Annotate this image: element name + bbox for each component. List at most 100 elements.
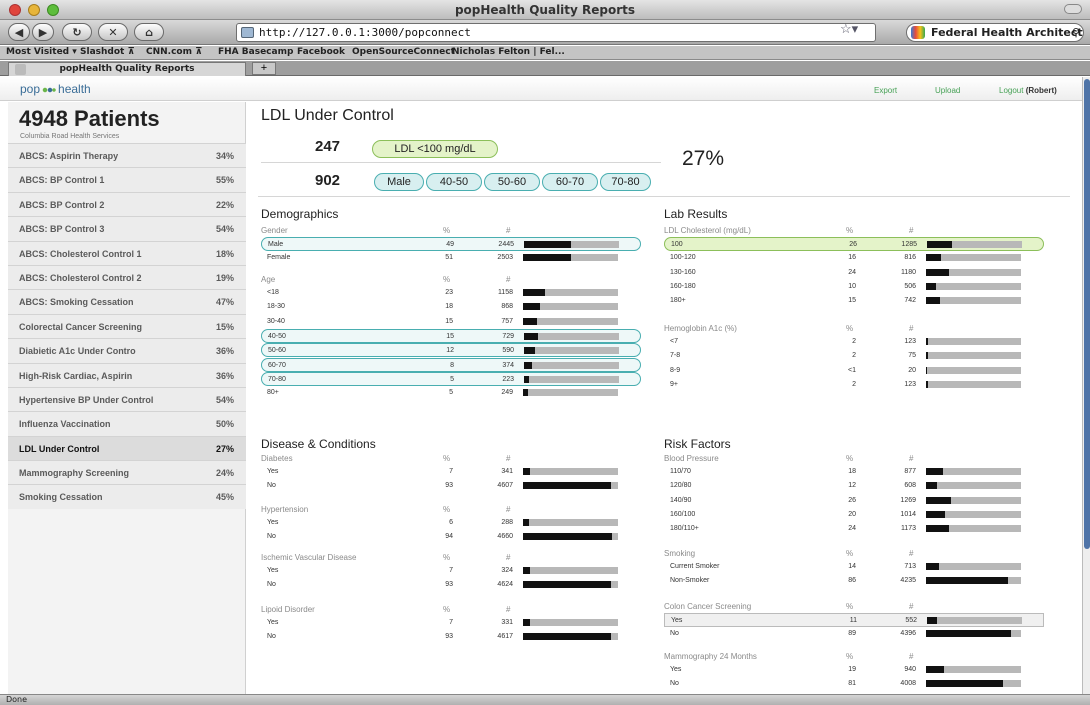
group-heading: Hemoglobin A1c (%) xyxy=(664,324,737,333)
forward-button[interactable]: ▶ xyxy=(32,23,54,41)
stat-row[interactable]: 70-80 5 223 xyxy=(261,371,641,386)
stat-row[interactable]: Current Smoker 14 713 xyxy=(664,560,1044,574)
search-engine-icon[interactable] xyxy=(911,26,925,39)
bookmark-fha-basecamp[interactable]: FHA Basecamp xyxy=(218,47,293,57)
stop-button[interactable]: ✕ xyxy=(98,23,128,41)
stat-row[interactable]: 9+ 2 123 xyxy=(664,378,1044,392)
row-percent: 8 xyxy=(450,361,454,369)
filter-pill-40-50[interactable]: 40-50 xyxy=(426,173,482,191)
status-text: Done xyxy=(6,695,28,704)
stat-row[interactable]: 160/100 20 1014 xyxy=(664,508,1044,522)
stat-row[interactable]: 8-9 <1 20 xyxy=(664,364,1044,378)
bookmark-most-visited[interactable]: Most Visited ▾ xyxy=(6,47,77,57)
stat-row[interactable]: 100-120 16 816 xyxy=(664,251,1044,265)
stat-row[interactable]: 160-180 10 506 xyxy=(664,280,1044,294)
measure-item[interactable]: Diabietic A1c Under Contro 36% xyxy=(8,338,246,363)
stat-row[interactable]: 18-30 18 868 xyxy=(261,300,641,314)
stat-row[interactable]: 180/110+ 24 1173 xyxy=(664,522,1044,536)
measure-item[interactable]: ABCS: Cholesterol Control 2 19% xyxy=(8,264,246,290)
stat-row[interactable]: 180+ 15 742 xyxy=(664,294,1044,308)
stat-row[interactable]: Yes 7 331 xyxy=(261,616,641,630)
stat-row[interactable]: 120/80 12 608 xyxy=(664,479,1044,493)
row-count: 4008 xyxy=(900,680,916,688)
bookmark-nicholas-felton[interactable]: Nicholas Felton | Fel... xyxy=(452,47,565,57)
stat-row[interactable]: No 93 4607 xyxy=(261,479,641,493)
new-tab-button[interactable]: + xyxy=(252,62,276,75)
filter-pill-male[interactable]: Male xyxy=(374,173,424,191)
row-count: 816 xyxy=(904,254,916,262)
stat-row[interactable]: Yes 7 324 xyxy=(261,564,641,578)
logo-health: health xyxy=(58,82,91,96)
stat-row[interactable]: 30-40 15 757 xyxy=(261,315,641,329)
stat-row[interactable]: 60-70 8 374 xyxy=(261,357,641,372)
measure-item[interactable]: Mammography Screening 24% xyxy=(8,460,246,485)
row-label: 9+ xyxy=(670,380,678,388)
bookmark-slashdot[interactable]: Slashdot ⊼ xyxy=(80,47,135,57)
filter-pill-60-70[interactable]: 60-70 xyxy=(542,173,598,191)
stat-row[interactable]: 7-8 2 75 xyxy=(664,349,1044,363)
stat-row[interactable]: No 94 4660 xyxy=(261,530,641,544)
stat-row[interactable]: Yes 11 552 xyxy=(664,613,1044,627)
measure-item[interactable]: ABCS: Aspirin Therapy 34% xyxy=(8,143,246,168)
stat-row[interactable]: <18 23 1158 xyxy=(261,286,641,300)
vertical-scrollbar[interactable] xyxy=(1082,77,1090,694)
count-column-header: # xyxy=(506,553,511,562)
measure-item[interactable]: ABCS: BP Control 3 54% xyxy=(8,216,246,241)
stat-row[interactable]: No 93 4624 xyxy=(261,578,641,592)
stat-row[interactable]: No 93 4617 xyxy=(261,630,641,644)
stat-row[interactable]: No 89 4396 xyxy=(664,627,1044,641)
stat-row[interactable]: Yes 6 288 xyxy=(261,516,641,530)
distribution-bar xyxy=(926,666,1021,673)
scrollbar-thumb[interactable] xyxy=(1084,79,1090,549)
numerator-filter-pill[interactable]: LDL <100 mg/dL xyxy=(372,140,498,158)
count-column-header: # xyxy=(909,549,914,558)
stat-row[interactable]: No 81 4008 xyxy=(664,677,1044,691)
stat-row[interactable]: 50-60 12 590 xyxy=(261,343,641,358)
stat-row[interactable]: Non-Smoker 86 4235 xyxy=(664,574,1044,588)
stat-row[interactable]: <7 2 123 xyxy=(664,335,1044,349)
measure-item[interactable]: ABCS: Cholesterol Control 1 18% xyxy=(8,240,246,265)
stat-row[interactable]: Yes 19 940 xyxy=(664,663,1044,677)
bookmark-opensourceconnect[interactable]: OpenSourceConnect xyxy=(352,47,455,57)
bookmark-star-icon[interactable]: ☆▾ xyxy=(840,21,858,37)
bookmark-facebook[interactable]: Facebook xyxy=(297,47,345,57)
filter-pill-50-60[interactable]: 50-60 xyxy=(484,173,540,191)
toolbar-toggle-icon[interactable] xyxy=(1064,4,1082,14)
measure-item[interactable]: ABCS: BP Control 1 55% xyxy=(8,167,246,192)
url-bar[interactable]: http://127.0.0.1:3000/popconnect xyxy=(236,23,876,42)
stat-row[interactable]: 140/90 26 1269 xyxy=(664,494,1044,508)
tab-close-icon[interactable] xyxy=(15,64,26,75)
measure-item[interactable]: ABCS: Smoking Cessation 47% xyxy=(8,289,246,314)
measure-item[interactable]: Influenza Vaccination 50% xyxy=(8,411,246,436)
search-input[interactable]: Federal Health Architect ⚲ xyxy=(906,23,1084,42)
measure-item[interactable]: ABCS: BP Control 2 22% xyxy=(8,191,246,217)
stat-row[interactable]: 80+ 5 249 xyxy=(261,386,641,400)
measure-item[interactable]: Smoking Cessation 45% xyxy=(8,484,246,509)
stat-row[interactable]: 130-160 24 1180 xyxy=(664,266,1044,280)
back-button[interactable]: ◀ xyxy=(8,23,30,41)
tab-pophealth[interactable]: popHealth Quality Reports xyxy=(8,62,246,76)
stat-row[interactable]: Female 51 2503 xyxy=(261,251,641,265)
export-link[interactable]: Export xyxy=(874,86,897,95)
stat-row[interactable]: Yes 7 341 xyxy=(261,465,641,479)
filter-pill-70-80[interactable]: 70-80 xyxy=(600,173,651,191)
measure-item[interactable]: High-Risk Cardiac, Aspirin 36% xyxy=(8,362,246,387)
stat-row[interactable]: 100 26 1285 xyxy=(664,237,1044,251)
home-button[interactable]: ⌂ xyxy=(134,23,164,41)
measure-item[interactable]: Colorectal Cancer Screening 15% xyxy=(8,313,246,339)
stat-row[interactable]: Male 49 2445 xyxy=(261,237,641,251)
bookmark-cnn[interactable]: CNN.com ⊼ xyxy=(146,47,202,57)
reload-button[interactable]: ↻ xyxy=(62,23,92,41)
search-icon[interactable]: ⚲ xyxy=(1072,24,1080,41)
stat-row[interactable]: 40-50 15 729 xyxy=(261,328,641,343)
row-label: 100 xyxy=(671,241,683,248)
row-label: No xyxy=(267,482,276,490)
upload-link[interactable]: Upload xyxy=(935,86,960,95)
stat-row[interactable]: 110/70 18 877 xyxy=(664,465,1044,479)
distribution-bar xyxy=(926,630,1021,638)
measure-item[interactable]: Hypertensive BP Under Control 54% xyxy=(8,386,246,412)
measure-item[interactable]: LDL Under Control 27% xyxy=(8,435,246,461)
pophealth-logo[interactable]: pop health xyxy=(20,82,91,96)
logout-link[interactable]: Logout (Robert) xyxy=(999,86,1057,95)
measure-label: ABCS: BP Control 3 xyxy=(19,224,105,235)
